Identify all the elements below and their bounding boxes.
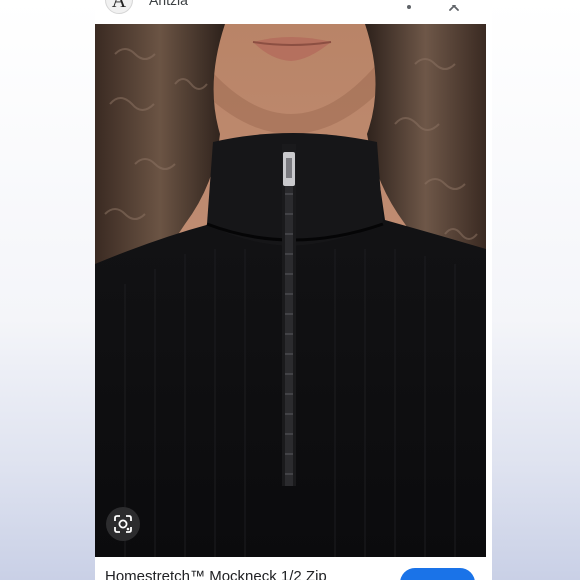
visit-button[interactable] bbox=[400, 568, 475, 580]
lens-icon bbox=[114, 515, 132, 533]
lens-button[interactable] bbox=[106, 507, 140, 541]
source-logo: A bbox=[105, 0, 133, 14]
product-info-bar: Homestretch™ Mockneck 1/2 Zip bbox=[95, 557, 492, 580]
product-photo-art bbox=[95, 24, 486, 557]
product-title[interactable]: Homestretch™ Mockneck 1/2 Zip bbox=[105, 568, 327, 580]
image-viewer: A Aritzia Homestretch™ Mockneck 1/2 Zip bbox=[95, 0, 492, 580]
more-vert-icon[interactable] bbox=[401, 0, 417, 10]
close-icon[interactable] bbox=[447, 0, 463, 11]
viewer-header: A Aritzia bbox=[95, 0, 492, 24]
source-name[interactable]: Aritzia bbox=[149, 0, 188, 8]
source-logo-letter: A bbox=[111, 0, 127, 12]
product-photo[interactable] bbox=[95, 24, 486, 557]
